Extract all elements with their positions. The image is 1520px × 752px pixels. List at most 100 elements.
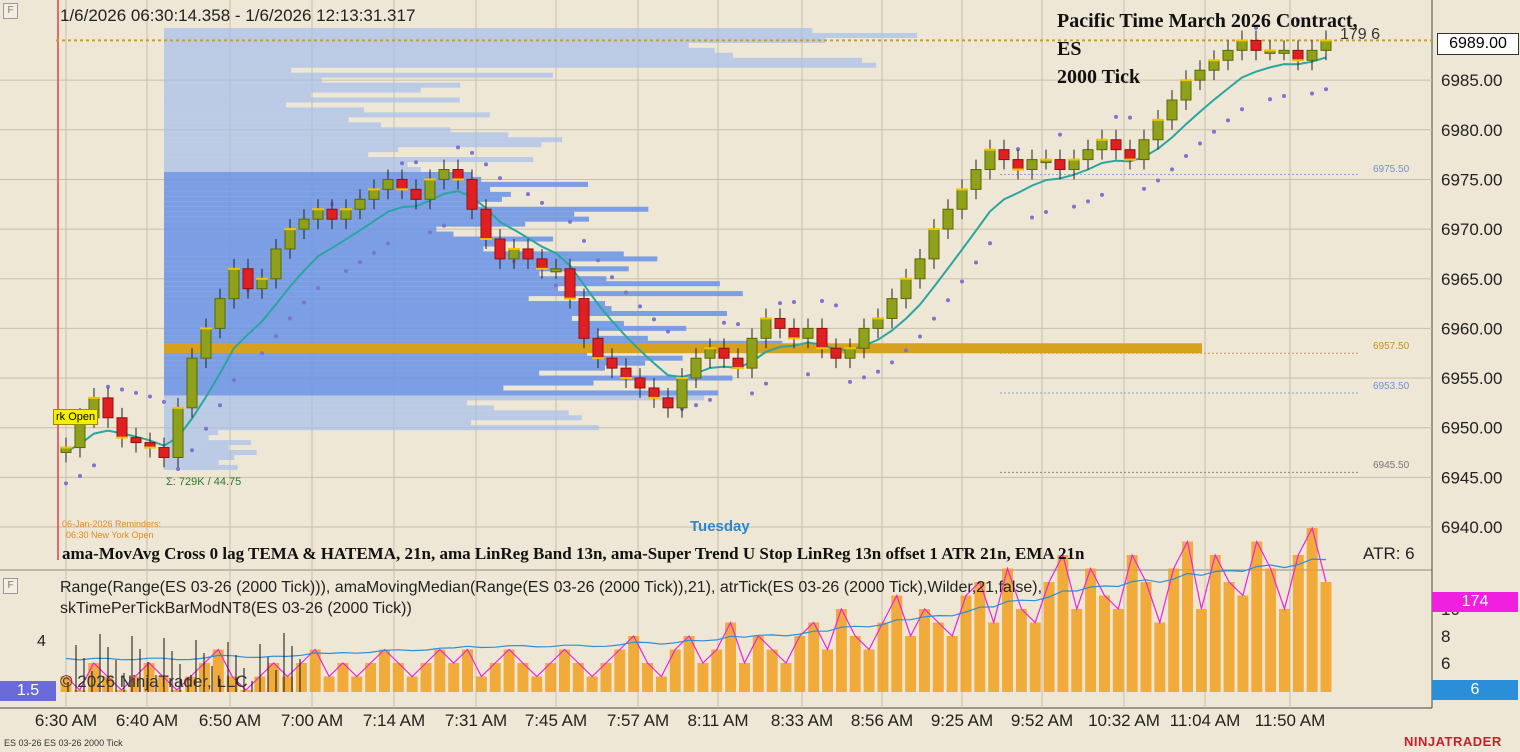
candle-body	[816, 327, 828, 349]
volume-profile-bar	[164, 52, 733, 58]
supertrend-dot	[162, 399, 166, 404]
lower-panel-format-icon[interactable]: F	[3, 578, 18, 594]
range-bar	[849, 636, 861, 692]
volume-profile-bar	[164, 62, 877, 68]
x-tick-label: 7:45 AM	[525, 711, 587, 730]
x-tick-label: 9:25 AM	[931, 711, 993, 730]
supertrend-dot	[204, 426, 208, 431]
supertrend-dot	[92, 463, 96, 468]
y-tick-label: 6940.00	[1441, 518, 1502, 537]
candle-body	[424, 178, 436, 200]
volume-profile-bar	[164, 415, 582, 421]
supertrend-dot	[176, 467, 180, 472]
candle-body	[984, 149, 996, 171]
supertrend-dot	[932, 316, 936, 321]
price-chart[interactable]: 6:30 AM 6:40 AM 6:50 AM 7:00 AM 7:14 AM 7:31 …	[0, 0, 1520, 752]
volume-profile-bar	[164, 47, 715, 53]
candle-body	[284, 228, 296, 250]
volume-profile-bar	[164, 241, 501, 247]
volume-profile-bar	[164, 400, 468, 406]
candle-body	[606, 357, 618, 369]
candle-body	[970, 169, 982, 190]
chart-title-line1: Pacific Time March 2026 Contract,	[1057, 10, 1358, 32]
supertrend-dot	[400, 161, 404, 166]
candle-body	[396, 178, 408, 190]
x-tick-label: 6:50 AM	[199, 711, 261, 730]
volume-profile-bar	[164, 385, 504, 391]
x-tick-label: 7:14 AM	[363, 711, 425, 730]
supertrend-dot	[1170, 167, 1174, 172]
volume-profile-bar	[164, 335, 648, 341]
range-bar	[1029, 622, 1041, 692]
volume-profile-bar	[164, 72, 553, 78]
candle-body	[1082, 149, 1094, 161]
bar-counter: 179 6	[1340, 26, 1381, 43]
volume-profile-bar	[164, 77, 322, 83]
supertrend-dot	[554, 283, 558, 288]
supertrend-dot	[1268, 97, 1272, 102]
range-bar	[960, 595, 972, 692]
range-bar	[558, 649, 570, 692]
y-tick-label: 6950.00	[1441, 419, 1502, 438]
y-tick-label: 6985.00	[1441, 71, 1502, 90]
supertrend-dot	[596, 258, 600, 263]
candle-body	[130, 437, 142, 444]
reminder-line2: 06:30 New York Open	[66, 530, 154, 540]
volume-profile-bar	[164, 405, 494, 411]
supertrend-dot	[974, 260, 978, 265]
volume-profile-bar	[164, 82, 461, 88]
range-bar	[323, 676, 335, 692]
volume-profile-bar	[164, 291, 743, 297]
range-bar	[946, 636, 958, 692]
y-tick-label: 6965.00	[1441, 270, 1502, 289]
supertrend-dot	[708, 397, 712, 402]
supertrend-dot	[666, 329, 670, 334]
volume-profile-bar	[164, 32, 917, 38]
candle-body	[1320, 39, 1332, 51]
panel-format-icon[interactable]: F	[3, 3, 18, 19]
volume-profile-bar	[164, 186, 491, 192]
candle-body	[732, 357, 744, 369]
candle-body	[1222, 49, 1234, 61]
x-tick-label: 7:57 AM	[607, 711, 669, 730]
range-bar	[1278, 609, 1290, 692]
range-bar	[932, 622, 944, 692]
candle-body	[256, 278, 268, 290]
supertrend-dot	[414, 160, 418, 165]
x-tick-label: 9:52 AM	[1011, 711, 1073, 730]
current-price-tag: 6989.00	[1437, 33, 1519, 55]
range-bar	[1112, 609, 1124, 692]
candle-body	[1306, 49, 1318, 61]
supertrend-dot	[568, 219, 572, 224]
volume-profile-bar	[164, 261, 571, 267]
volume-profile-bar	[164, 425, 599, 431]
supertrend-dot	[218, 403, 222, 408]
atr-value-tag: 6	[1432, 680, 1518, 700]
candle-body	[326, 208, 338, 220]
range-bar	[1195, 609, 1207, 692]
volume-profile-bar	[164, 117, 349, 123]
volume-profile-bar	[164, 122, 382, 128]
supertrend-dot	[960, 279, 964, 284]
candle-body	[1138, 139, 1150, 161]
candle-body	[914, 258, 926, 280]
supertrend-dot	[890, 360, 894, 365]
supertrend-dot	[64, 481, 68, 486]
volume-profile-bar	[164, 301, 606, 307]
supertrend-dot	[1128, 115, 1132, 120]
candle-body	[480, 208, 492, 240]
range-bar	[738, 663, 750, 692]
range-bar	[1237, 595, 1249, 692]
candle-body	[466, 178, 478, 210]
supertrend-dot	[1086, 199, 1090, 204]
supertrend-dot	[820, 299, 824, 304]
volume-profile-bar	[164, 420, 472, 426]
level-label-2: 6957.50	[1373, 341, 1410, 352]
volume-profile-bar	[164, 87, 421, 93]
supertrend-dot	[764, 381, 768, 386]
supertrend-dot	[988, 241, 992, 246]
session-open-marker[interactable]: rk Open	[53, 409, 99, 425]
candle-body	[536, 258, 548, 270]
candle-body	[1166, 99, 1178, 121]
volume-profile-bar	[164, 430, 219, 436]
